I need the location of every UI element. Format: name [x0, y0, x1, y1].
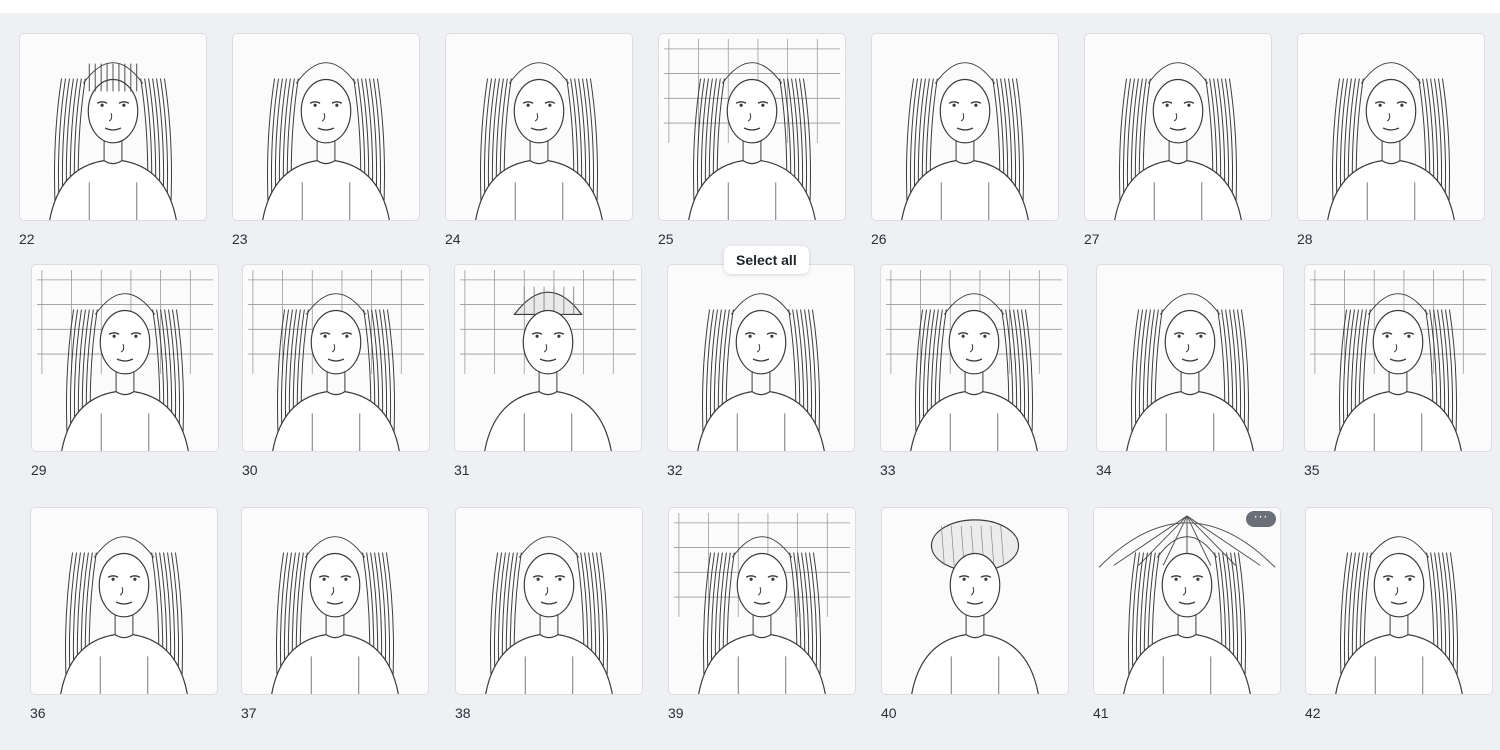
page-thumbnail[interactable]	[455, 507, 643, 695]
page-thumbnail[interactable]	[667, 264, 855, 452]
coloring-page-illustration	[485, 536, 613, 694]
coloring-page-illustration	[262, 62, 390, 220]
select-all-tooltip[interactable]: Select all	[724, 246, 809, 274]
coloring-page-illustration	[1098, 515, 1276, 694]
page-number: 40	[881, 705, 897, 721]
page-thumbnail[interactable]	[1084, 33, 1272, 221]
page-number: 34	[1096, 462, 1112, 478]
page-number: 39	[668, 705, 684, 721]
page-number: 31	[454, 462, 470, 478]
coloring-page-illustration	[1126, 293, 1254, 451]
page-thumbnail[interactable]	[658, 33, 846, 221]
coloring-page-illustration	[673, 512, 851, 694]
coloring-page-illustration	[885, 269, 1063, 451]
coloring-page-illustration	[697, 293, 825, 451]
page-thumbnail[interactable]	[1304, 264, 1492, 452]
page-card: 39	[668, 507, 858, 727]
page-thumbnail[interactable]	[454, 264, 642, 452]
page-card: 32	[667, 264, 857, 484]
page-number: 35	[1304, 462, 1320, 478]
page-card: 31	[454, 264, 644, 484]
page-thumbnail[interactable]	[31, 264, 219, 452]
coloring-page-illustration	[271, 536, 399, 694]
coloring-page-illustration	[475, 62, 603, 220]
coloring-page-illustration	[911, 519, 1039, 694]
coloring-page-illustration	[1327, 62, 1455, 220]
page-card: 25	[658, 33, 848, 253]
page-card: 33	[880, 264, 1070, 484]
page-number: 33	[880, 462, 896, 478]
page-number: 28	[1297, 231, 1313, 247]
page-card: 29	[31, 264, 221, 484]
coloring-page-illustration	[663, 38, 841, 220]
page-number: 30	[242, 462, 258, 478]
page-card: 36	[30, 507, 220, 727]
page-thumbnail[interactable]	[871, 33, 1059, 221]
page-number: 29	[31, 462, 47, 478]
page-number: 22	[19, 231, 35, 247]
page-thumbnail[interactable]	[1096, 264, 1284, 452]
page-number: 38	[455, 705, 471, 721]
coloring-page-illustration	[459, 269, 637, 451]
page-thumbnail[interactable]	[30, 507, 218, 695]
page-card: 22	[19, 33, 209, 253]
page-number: 23	[232, 231, 248, 247]
coloring-page-illustration	[901, 62, 1029, 220]
page-thumbnail[interactable]	[881, 507, 1069, 695]
page-thumbnail[interactable]	[19, 33, 207, 221]
page-card: 41	[1093, 507, 1283, 727]
page-card: 26	[871, 33, 1061, 253]
page-number: 24	[445, 231, 461, 247]
coloring-page-illustration	[1335, 536, 1463, 694]
page-number: 37	[241, 705, 257, 721]
page-card: 24	[445, 33, 635, 253]
page-thumbnail[interactable]	[445, 33, 633, 221]
page-card: 40	[881, 507, 1071, 727]
page-thumbnail-grid: 22 23 24 25 26 27 28 29 30 31 32 33 34 35 36 37 38 39 40 41…	[0, 0, 1500, 750]
page-thumbnail[interactable]	[232, 33, 420, 221]
page-thumbnail[interactable]	[242, 264, 430, 452]
page-card: 30	[242, 264, 432, 484]
page-number: 32	[667, 462, 683, 478]
page-number: 25	[658, 231, 674, 247]
page-number: 36	[30, 705, 46, 721]
coloring-page-illustration	[247, 269, 425, 451]
page-thumbnail[interactable]	[1093, 507, 1281, 695]
coloring-page-illustration	[60, 536, 188, 694]
page-card: 28	[1297, 33, 1487, 253]
page-thumbnail[interactable]	[880, 264, 1068, 452]
page-thumbnail[interactable]	[1297, 33, 1485, 221]
page-thumbnail[interactable]	[668, 507, 856, 695]
page-card: 35	[1304, 264, 1494, 484]
page-number: 27	[1084, 231, 1100, 247]
page-number: 41	[1093, 705, 1109, 721]
page-card: 42	[1305, 507, 1495, 727]
page-card: 27	[1084, 33, 1274, 253]
page-card: 38	[455, 507, 645, 727]
more-options-icon[interactable]: ···	[1246, 511, 1276, 527]
coloring-page-illustration	[1309, 269, 1487, 451]
coloring-page-illustration	[36, 269, 214, 451]
page-card: 37	[241, 507, 431, 727]
page-number: 26	[871, 231, 887, 247]
page-card: 23	[232, 33, 422, 253]
page-thumbnail[interactable]	[241, 507, 429, 695]
page-number: 42	[1305, 705, 1321, 721]
coloring-page-illustration	[1114, 62, 1242, 220]
coloring-page-illustration	[49, 62, 177, 220]
page-card: 34	[1096, 264, 1286, 484]
page-thumbnail[interactable]	[1305, 507, 1493, 695]
